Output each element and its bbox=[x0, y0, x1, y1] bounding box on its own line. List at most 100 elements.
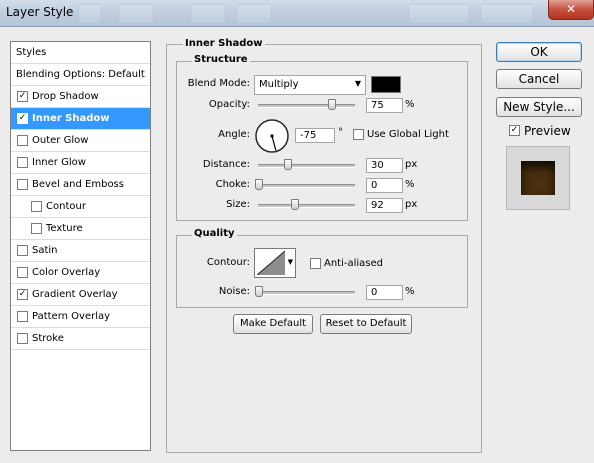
angle-dial[interactable] bbox=[254, 118, 290, 154]
style-item-inner-shadow[interactable]: ✓ Inner Shadow bbox=[11, 108, 150, 130]
blending-options[interactable]: Blending Options: Default bbox=[11, 64, 150, 86]
style-item-label: Satin bbox=[32, 245, 58, 256]
style-item-texture[interactable]: Texture bbox=[11, 218, 150, 240]
choke-unit: % bbox=[405, 179, 415, 190]
choke-input[interactable]: 0 bbox=[366, 178, 403, 193]
new-style-button[interactable]: New Style... bbox=[496, 97, 582, 117]
style-item-satin[interactable]: Satin bbox=[11, 240, 150, 262]
contour-picker[interactable]: ▼ bbox=[254, 248, 296, 278]
style-item-label: Contour bbox=[46, 201, 86, 212]
angle-input[interactable]: -75 bbox=[295, 128, 335, 143]
background-app-icon bbox=[190, 4, 226, 24]
use-global-light-label: Use Global Light bbox=[367, 129, 449, 140]
size-slider-thumb[interactable] bbox=[290, 199, 299, 210]
blending-options-label: Blending Options: Default bbox=[16, 69, 145, 80]
style-item-label: Outer Glow bbox=[32, 135, 89, 146]
reset-to-default-button[interactable]: Reset to Default bbox=[320, 314, 412, 334]
choke-slider[interactable] bbox=[258, 184, 355, 188]
size-input[interactable]: 92 bbox=[366, 198, 403, 213]
quality-group bbox=[176, 235, 468, 308]
noise-slider[interactable] bbox=[258, 291, 355, 295]
blend-mode-value: Multiply bbox=[259, 79, 299, 90]
blend-mode-select[interactable]: Multiply ▼ bbox=[254, 75, 366, 95]
style-item-gradient-overlay[interactable]: ✓ Gradient Overlay bbox=[11, 284, 150, 306]
background-app-icon bbox=[408, 4, 470, 24]
quality-title: Quality bbox=[192, 228, 237, 239]
angle-label: Angle: bbox=[218, 129, 250, 140]
distance-slider-thumb[interactable] bbox=[284, 159, 293, 170]
style-item-checkbox[interactable] bbox=[31, 223, 42, 234]
style-item-checkbox[interactable] bbox=[17, 311, 28, 322]
opacity-input[interactable]: 75 bbox=[366, 98, 403, 113]
style-preview-swatch bbox=[521, 161, 555, 195]
style-item-color-overlay[interactable]: Color Overlay bbox=[11, 262, 150, 284]
styles-list: Styles Blending Options: Default ✓ Drop S… bbox=[10, 41, 151, 451]
background-app-icon bbox=[118, 4, 154, 24]
style-item-bevel-and-emboss[interactable]: Bevel and Emboss bbox=[11, 174, 150, 196]
style-item-checkbox[interactable] bbox=[17, 157, 28, 168]
opacity-label: Opacity: bbox=[208, 99, 250, 110]
preview-label: Preview bbox=[524, 124, 571, 138]
style-item-inner-glow[interactable]: Inner Glow bbox=[11, 152, 150, 174]
chevron-down-icon: ▼ bbox=[287, 258, 293, 266]
close-button[interactable]: ✕ bbox=[548, 0, 594, 20]
distance-label: Distance: bbox=[202, 159, 250, 170]
style-item-label: Drop Shadow bbox=[32, 91, 99, 102]
style-item-label: Gradient Overlay bbox=[32, 289, 118, 300]
style-item-label: Color Overlay bbox=[32, 267, 101, 278]
style-item-checkbox[interactable] bbox=[17, 179, 28, 190]
use-global-light-checkbox[interactable] bbox=[353, 129, 364, 140]
noise-unit: % bbox=[405, 286, 415, 297]
style-item-outer-glow[interactable]: Outer Glow bbox=[11, 130, 150, 152]
inner-shadow-title: Inner Shadow bbox=[183, 38, 265, 49]
preview-checkbox[interactable]: ✓ bbox=[509, 125, 520, 136]
distance-input[interactable]: 30 bbox=[366, 158, 403, 173]
cancel-button[interactable]: Cancel bbox=[496, 69, 582, 89]
opacity-slider-thumb[interactable] bbox=[327, 99, 336, 110]
close-icon: ✕ bbox=[565, 2, 577, 16]
structure-title: Structure bbox=[192, 54, 250, 65]
style-item-label: Inner Shadow bbox=[32, 113, 110, 124]
style-item-pattern-overlay[interactable]: Pattern Overlay bbox=[11, 306, 150, 328]
title-bar[interactable]: Layer Style ✕ bbox=[0, 0, 594, 27]
noise-input[interactable]: 0 bbox=[366, 285, 403, 300]
style-item-label: Stroke bbox=[32, 333, 64, 344]
styles-header[interactable]: Styles bbox=[11, 42, 150, 64]
size-label: Size: bbox=[226, 199, 250, 210]
opacity-slider[interactable] bbox=[258, 104, 355, 108]
style-item-drop-shadow[interactable]: ✓ Drop Shadow bbox=[11, 86, 150, 108]
anti-aliased-checkbox[interactable] bbox=[310, 258, 321, 269]
style-item-checkbox[interactable] bbox=[17, 245, 28, 256]
background-app-icon bbox=[78, 4, 102, 24]
style-item-contour[interactable]: Contour bbox=[11, 196, 150, 218]
style-item-stroke[interactable]: Stroke bbox=[11, 328, 150, 350]
contour-label: Contour: bbox=[206, 257, 250, 268]
choke-slider-thumb[interactable] bbox=[255, 179, 263, 190]
background-app-icon bbox=[480, 4, 534, 24]
style-preview bbox=[506, 146, 570, 210]
size-unit: px bbox=[405, 199, 418, 210]
style-item-checkbox[interactable]: ✓ bbox=[17, 91, 28, 102]
make-default-button[interactable]: Make Default bbox=[233, 314, 313, 334]
style-item-checkbox[interactable] bbox=[17, 267, 28, 278]
style-item-label: Bevel and Emboss bbox=[32, 179, 124, 190]
style-item-checkbox[interactable]: ✓ bbox=[17, 113, 28, 124]
style-item-label: Inner Glow bbox=[32, 157, 86, 168]
anti-aliased-label: Anti-aliased bbox=[324, 258, 384, 269]
style-item-label: Pattern Overlay bbox=[32, 311, 111, 322]
distance-unit: px bbox=[405, 159, 418, 170]
angle-unit: ° bbox=[338, 127, 343, 138]
style-item-checkbox[interactable] bbox=[31, 201, 42, 212]
ok-button[interactable]: OK bbox=[496, 42, 582, 62]
style-item-checkbox[interactable] bbox=[17, 135, 28, 146]
noise-slider-thumb[interactable] bbox=[255, 286, 263, 297]
style-item-checkbox[interactable]: ✓ bbox=[17, 289, 28, 300]
noise-label: Noise: bbox=[218, 286, 250, 297]
size-slider[interactable] bbox=[258, 204, 355, 208]
blend-mode-label: Blend Mode: bbox=[187, 78, 250, 89]
style-item-checkbox[interactable] bbox=[17, 333, 28, 344]
angle-dial-icon bbox=[255, 119, 289, 153]
chevron-down-icon: ▼ bbox=[354, 79, 361, 88]
shadow-color-swatch[interactable] bbox=[371, 76, 401, 93]
distance-slider[interactable] bbox=[258, 164, 355, 168]
